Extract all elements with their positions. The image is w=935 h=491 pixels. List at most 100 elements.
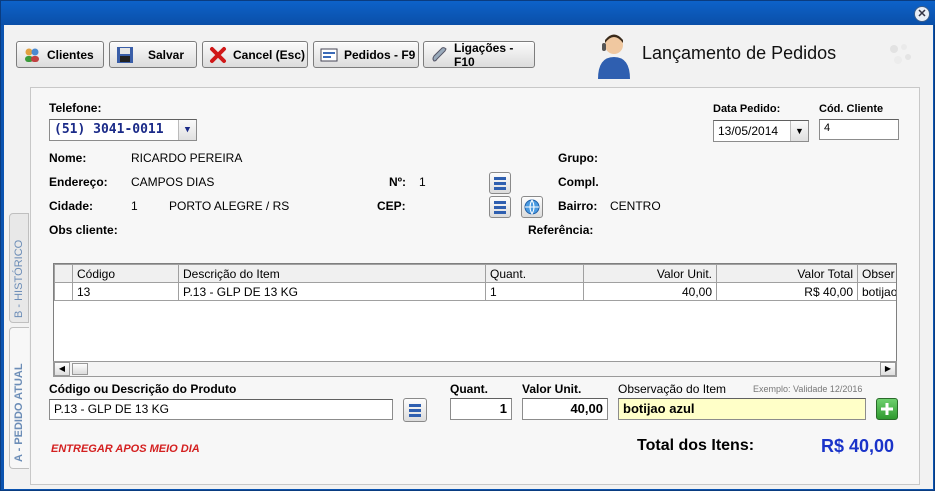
cod-cliente-label: Cód. Cliente bbox=[819, 103, 884, 115]
page-title: Lançamento de Pedidos bbox=[642, 43, 837, 63]
nome-value: RICARDO PEREIRA bbox=[131, 151, 243, 165]
total-label: Total dos Itens: bbox=[637, 437, 755, 454]
cell-quant[interactable]: 1 bbox=[485, 282, 584, 301]
cell-valor-total[interactable]: R$ 40,00 bbox=[716, 282, 858, 301]
side-tabs: B - HISTÓRICO A - PEDIDO ATUAL bbox=[9, 213, 29, 469]
list-icon bbox=[409, 404, 421, 417]
numero-label: Nº: bbox=[389, 175, 407, 189]
scroll-thumb[interactable] bbox=[72, 363, 88, 375]
scroll-left-icon[interactable]: ◀ bbox=[54, 362, 70, 376]
attendant-icon bbox=[594, 31, 634, 82]
cell-descricao[interactable]: P.13 - GLP DE 13 KG bbox=[178, 282, 486, 301]
client-area: Clientes Salvar Cancel (Esc) Pedidos - F… bbox=[4, 25, 933, 489]
clientes-button[interactable]: Clientes bbox=[16, 41, 104, 68]
quant-value: 1 bbox=[499, 401, 507, 416]
obs-item-field[interactable]: botijao azul bbox=[618, 398, 866, 420]
quant-label: Quant. bbox=[450, 382, 488, 396]
produto-label: Código ou Descrição do Produto bbox=[49, 382, 237, 396]
obs-item-label: Observação do Item bbox=[618, 382, 727, 396]
endereco-label: Endereço: bbox=[49, 175, 108, 189]
chevron-down-icon[interactable]: ▼ bbox=[178, 120, 196, 140]
salvar-button[interactable]: Salvar bbox=[109, 41, 197, 68]
ligacoes-label: Ligações - F10 bbox=[454, 40, 514, 69]
col-valor-total-header[interactable]: Valor Total bbox=[716, 264, 858, 283]
phone-icon bbox=[430, 46, 448, 64]
col-descricao-header[interactable]: Descrição do Item bbox=[178, 264, 486, 283]
valor-unit-label: Valor Unit. bbox=[522, 382, 582, 396]
brand-header: Lançamento de Pedidos bbox=[594, 31, 924, 81]
pedidos-button[interactable]: Pedidos - F9 bbox=[313, 41, 419, 68]
total-value: R$ 40,00 bbox=[821, 436, 895, 456]
referencia-label: Referência: bbox=[528, 223, 594, 237]
quant-field[interactable]: 1 bbox=[450, 398, 512, 420]
users-icon bbox=[23, 46, 41, 64]
cep-list-button[interactable] bbox=[489, 196, 511, 218]
cod-cliente-value: 4 bbox=[824, 122, 831, 134]
produto-field[interactable]: P.13 - GLP DE 13 KG bbox=[49, 399, 393, 420]
address-list-button[interactable] bbox=[489, 172, 511, 194]
list-icon bbox=[494, 201, 506, 214]
salvar-label: Salvar bbox=[148, 47, 185, 62]
toolbar: Clientes Salvar Cancel (Esc) Pedidos - F… bbox=[4, 25, 933, 81]
obs-item-hint: Exemplo: Validade 12/2016 bbox=[753, 384, 863, 394]
add-item-button[interactable] bbox=[876, 398, 898, 420]
horizontal-scrollbar[interactable]: ◀ ▶ bbox=[53, 361, 897, 377]
save-icon bbox=[116, 46, 134, 64]
valor-unit-field[interactable]: 40,00 bbox=[522, 398, 608, 420]
col-valor-unit-header[interactable]: Valor Unit. bbox=[583, 264, 717, 283]
order-list-icon bbox=[320, 46, 338, 64]
obs-cliente-label: Obs cliente: bbox=[49, 223, 118, 237]
nome-label: Nome: bbox=[49, 151, 87, 165]
x-icon bbox=[209, 46, 227, 64]
cell-obs[interactable]: botijao bbox=[857, 282, 896, 301]
tab-pedido-atual[interactable]: A - PEDIDO ATUAL bbox=[9, 327, 29, 469]
loading-dots-icon bbox=[886, 41, 916, 70]
calendar-dropdown-icon[interactable]: ▼ bbox=[790, 121, 808, 141]
valor-unit-value: 40,00 bbox=[570, 401, 603, 416]
items-grid[interactable]: Código Descrição do Item Quant. Valor Un… bbox=[53, 263, 897, 375]
endereco-value: CAMPOS DIAS bbox=[131, 175, 215, 189]
bairro-label: Bairro: bbox=[558, 199, 598, 213]
telefone-label: Telefone: bbox=[49, 101, 102, 115]
bairro-value: CENTRO bbox=[610, 199, 661, 213]
data-pedido-label: Data Pedido: bbox=[713, 103, 781, 115]
data-pedido-picker[interactable]: 13/05/2014 ▼ bbox=[713, 120, 809, 142]
telefone-select[interactable]: (51) 3041-0011 ▼ bbox=[49, 119, 197, 141]
cell-valor-unit[interactable]: 40,00 bbox=[583, 282, 717, 301]
cep-search-button[interactable] bbox=[521, 196, 543, 218]
grupo-label: Grupo: bbox=[558, 151, 598, 165]
clientes-label: Clientes bbox=[47, 47, 94, 62]
cidade-label: Cidade: bbox=[49, 199, 94, 213]
grid-header-row: Código Descrição do Item Quant. Valor Un… bbox=[54, 264, 896, 283]
cod-cliente-field[interactable]: 4 bbox=[819, 119, 899, 140]
cancel-button[interactable]: Cancel (Esc) bbox=[202, 41, 308, 68]
tab-historico[interactable]: B - HISTÓRICO bbox=[9, 213, 29, 323]
col-quant-header[interactable]: Quant. bbox=[485, 264, 584, 283]
data-pedido-value: 13/05/2014 bbox=[718, 124, 779, 138]
app-window: ✕ Clientes Salvar Cancel (Esc) Pedidos -… bbox=[0, 0, 935, 491]
telefone-value: (51) 3041-0011 bbox=[54, 122, 164, 137]
order-panel: Telefone: (51) 3041-0011 ▼ Data Pedido: … bbox=[30, 87, 920, 485]
title-bar: ✕ bbox=[1, 1, 935, 25]
scroll-right-icon[interactable]: ▶ bbox=[880, 362, 896, 376]
cidade-code: 1 bbox=[131, 199, 138, 213]
table-row[interactable]: 13 P.13 - GLP DE 13 KG 1 40,00 R$ 40,00 … bbox=[54, 282, 896, 301]
compl-label: Compl. bbox=[558, 175, 599, 189]
col-codigo-header[interactable]: Código bbox=[72, 264, 179, 283]
row-indicator bbox=[54, 282, 73, 301]
tab-pedido-atual-label: A - PEDIDO ATUAL bbox=[13, 363, 25, 462]
obs-item-value: botijao azul bbox=[623, 401, 695, 416]
numero-value: 1 bbox=[419, 175, 426, 189]
plus-icon bbox=[881, 403, 893, 415]
pedidos-label: Pedidos - F9 bbox=[344, 47, 416, 62]
delivery-note: ENTREGAR APOS MEIO DIA bbox=[51, 443, 200, 455]
produto-search-button[interactable] bbox=[403, 398, 427, 422]
cell-codigo[interactable]: 13 bbox=[72, 282, 179, 301]
globe-icon bbox=[524, 199, 540, 216]
col-obs-header[interactable]: Obser bbox=[857, 264, 896, 283]
close-button[interactable]: ✕ bbox=[914, 6, 930, 22]
cancel-label: Cancel (Esc) bbox=[233, 47, 306, 62]
ligacoes-button[interactable]: Ligações - F10 bbox=[423, 40, 535, 69]
row-indicator-header bbox=[54, 264, 73, 283]
cep-label: CEP: bbox=[377, 199, 406, 213]
